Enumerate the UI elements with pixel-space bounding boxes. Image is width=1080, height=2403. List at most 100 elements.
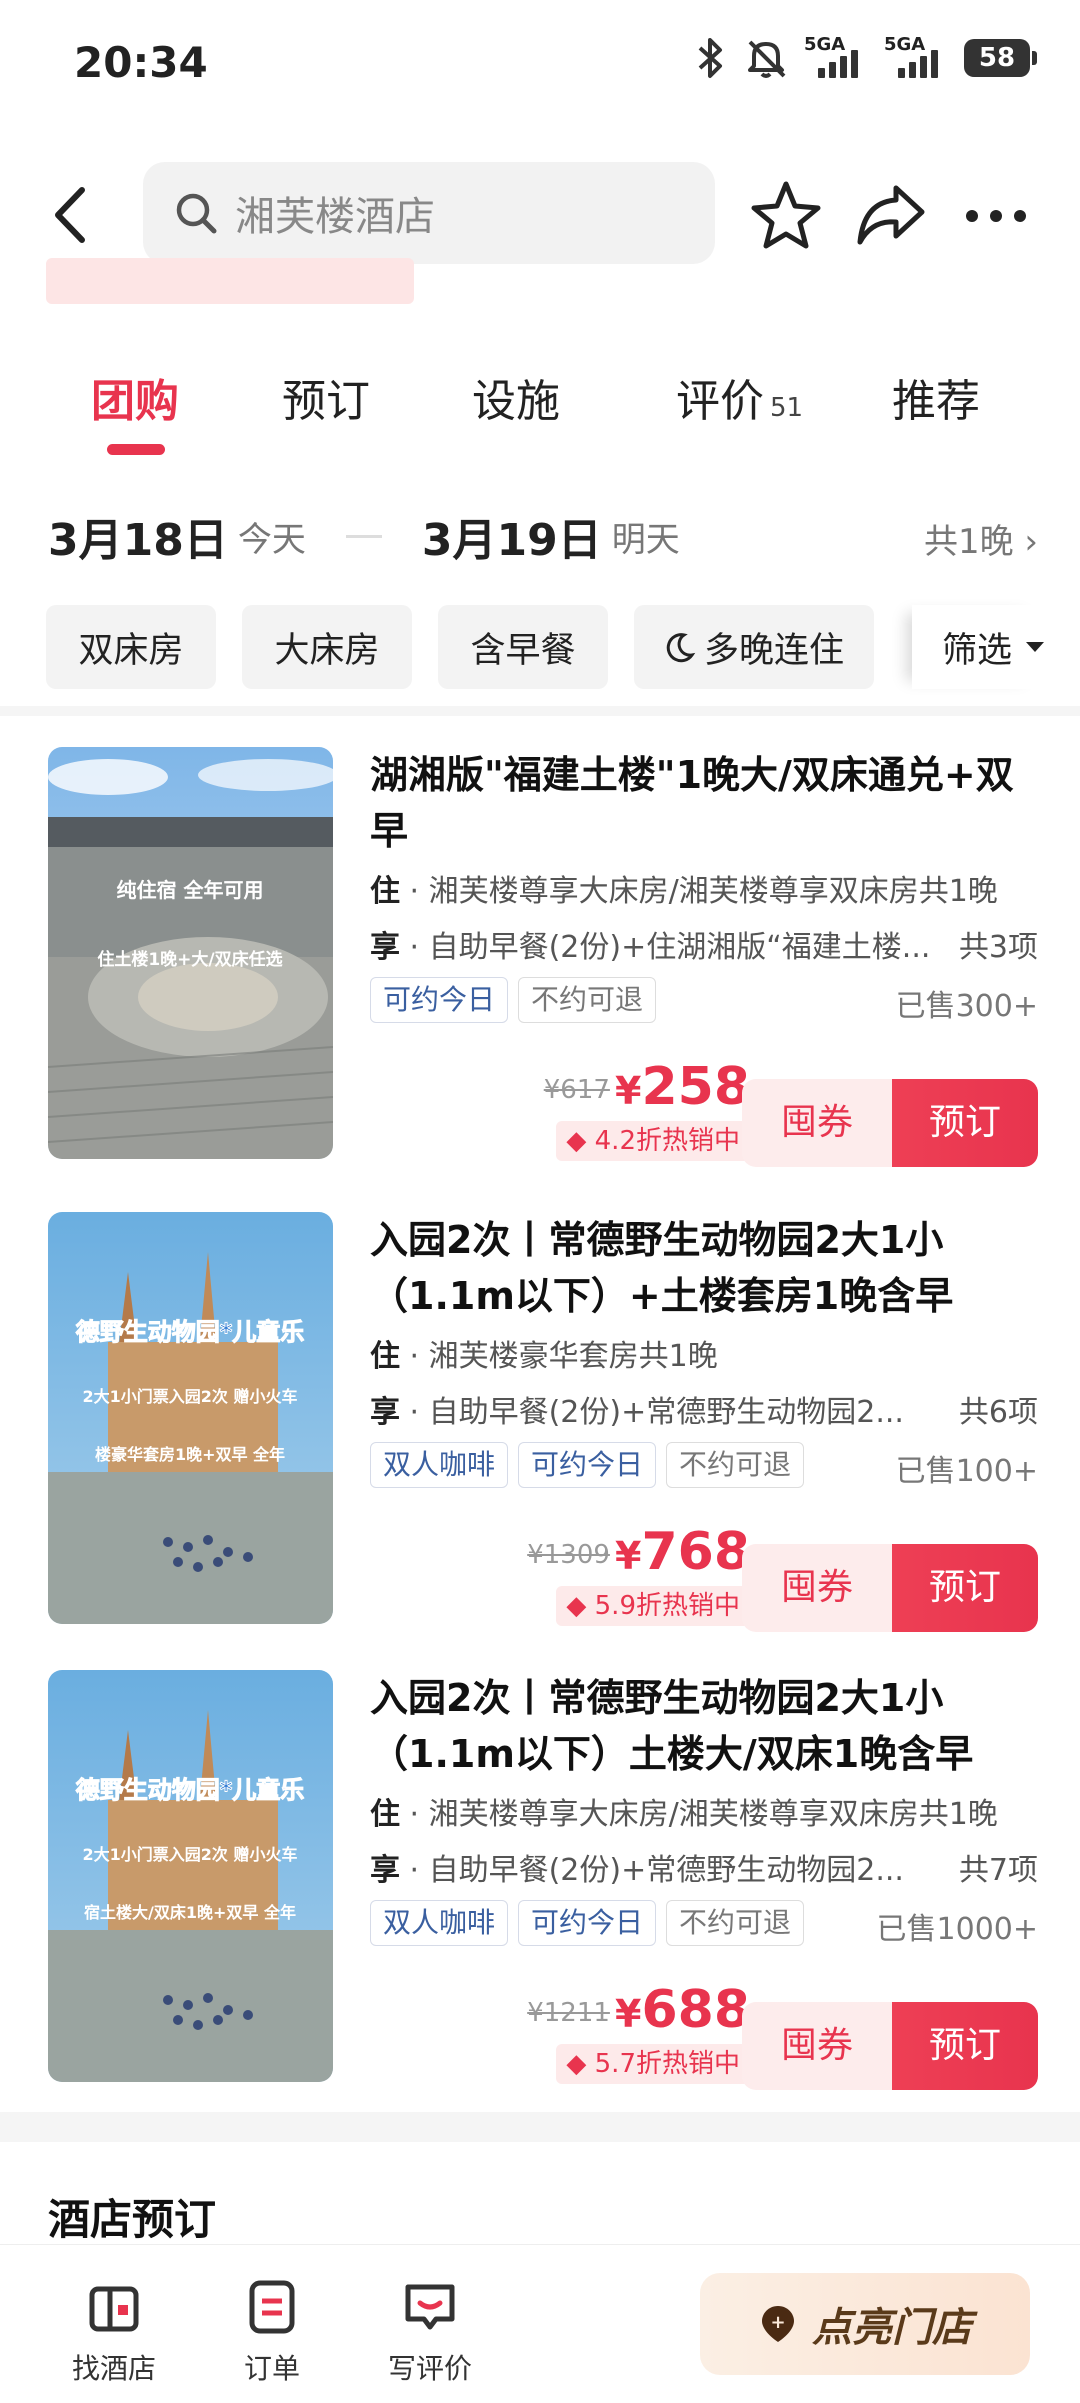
checkout-date: 3月19日 <box>421 515 602 566</box>
moon-icon <box>666 633 696 663</box>
status-bar: 20:34 5GA 5GA 58 <box>0 0 1080 125</box>
book-button[interactable]: 预订 <box>892 1544 1038 1632</box>
coupon-button[interactable]: 囤券 <box>742 1544 892 1632</box>
share-icon[interactable] <box>852 178 928 254</box>
deal-card[interactable]: 德野生动物园*儿童乐 2大1小门票入园2次 赠小火车 楼豪华套房1晚+双早 全年… <box>48 1212 1038 1632</box>
deal-title[interactable]: 入园2次丨常德野生动物园2大1小（1.1m以下）+土楼套房1晚含早+含… <box>370 1212 1038 1324</box>
search-input[interactable]: 湘芙楼酒店 <box>235 184 435 242</box>
back-icon[interactable] <box>44 180 104 250</box>
star-icon[interactable] <box>748 178 824 254</box>
deal-buttons: 囤券 预订 <box>742 1079 1038 1167</box>
scrolled-promo-peek <box>46 258 1046 306</box>
mute-icon <box>748 40 786 78</box>
original-price: ¥1309 <box>527 1540 610 1570</box>
hotel-icon <box>89 2286 139 2332</box>
thumb-text-1: 德野生动物园*儿童乐 <box>76 1776 305 1804</box>
deal-title[interactable]: 湖湘版"福建土楼"1晚大/双床通兑+双早 <box>370 747 1038 859</box>
thumb-text-2: 住土楼1晚+大/双床任选 <box>97 949 282 970</box>
filter-chip-breakfast[interactable]: 含早餐 <box>438 605 608 689</box>
tab-indicator <box>107 444 165 455</box>
tab-reviews[interactable]: 评价 51 <box>676 365 803 429</box>
perk-count: 共3项 <box>948 925 1038 971</box>
filter-button[interactable]: 筛选 <box>911 605 1046 689</box>
order-icon <box>249 2280 295 2334</box>
thumb-text-2: 2大1小门票入园2次 赠小火车 <box>83 1387 298 1406</box>
date-separator <box>345 534 382 538</box>
thumb-text-2: 2大1小门票入园2次 赠小火车 <box>83 1845 298 1864</box>
more-icon[interactable] <box>958 178 1034 254</box>
deal-stay: 住 · 湘芙楼尊享大床房/湘芙楼尊享双床房共1晚 <box>370 1797 998 1832</box>
tab-facilities[interactable]: 设施 <box>472 365 560 429</box>
status-icons: 5GA 5GA 58 <box>694 34 1037 82</box>
deal-card[interactable]: 纯住宿 全年可用 住土楼1晚+大/双床任选 湖湘版"福建土楼"1晚大/双床通兑+… <box>48 747 1038 1167</box>
hotel-booking-title: 酒店预订 <box>48 2195 217 2244</box>
deal-price: 768 <box>641 1522 750 1582</box>
deal-card[interactable]: 德野生动物园*儿童乐 2大1小门票入园2次 赠小火车 宿土楼大/双床1晚+双早 … <box>48 1670 1038 2090</box>
review-icon <box>405 2284 455 2330</box>
search-bar[interactable]: 湘芙楼酒店 <box>143 162 715 264</box>
discount-badge: ◆ 4.2折热销中 <box>556 1121 750 1161</box>
battery-icon: 58 <box>964 39 1037 77</box>
tab-booking[interactable]: 预订 <box>282 365 370 429</box>
sold-count: 已售1000+ <box>876 1912 1038 1947</box>
deal-price: 688 <box>641 1980 750 2040</box>
tab-group-buy[interactable]: 团购 <box>91 365 179 429</box>
deal-perks: 享 · 自助早餐(2份)+常德野生动物园2... 共7项 <box>370 1848 1038 1894</box>
checkin-sub: 今天 <box>237 519 306 560</box>
price-block: ¥1211 ¥688 ◆ 5.7折热销中 <box>520 1980 750 2084</box>
tag-refundable: 不约可退 <box>518 977 657 1023</box>
tag-refundable: 不约可退 <box>666 1442 805 1488</box>
deal-buttons: 囤券 预订 <box>742 1544 1038 1632</box>
section-divider <box>0 706 1080 716</box>
nav-orders[interactable]: 订单 <box>212 2275 332 2387</box>
thumb-text-3: 宿土楼大/双床1晚+双早 全年 <box>84 1903 296 1922</box>
price-block: ¥1309 ¥768 ◆ 5.9折热销中 <box>520 1522 750 1626</box>
book-button[interactable]: 预订 <box>892 2002 1038 2090</box>
filter-chip-king[interactable]: 大床房 <box>242 605 412 689</box>
date-selector[interactable]: 3月18日 今天 3月19日 明天 共1晚 › <box>48 506 1038 566</box>
deal-stay: 住 · 湘芙楼豪华套房共1晚 <box>370 1339 718 1374</box>
thumb-text-1: 德野生动物园*儿童乐 <box>76 1318 305 1346</box>
checkout-sub: 明天 <box>611 519 680 560</box>
checkin-date: 3月18日 <box>48 515 228 566</box>
tag-book-today: 可约今日 <box>370 977 509 1023</box>
book-button[interactable]: 预订 <box>892 1079 1038 1167</box>
section-gap <box>0 2112 1080 2142</box>
perk-count: 共7项 <box>948 1848 1038 1894</box>
coupon-button[interactable]: 囤券 <box>742 2002 892 2090</box>
price-block: ¥617 ¥258 ◆ 4.2折热销中 <box>520 1057 750 1161</box>
location-icon: + <box>762 2306 794 2342</box>
tag-book-today: 可约今日 <box>518 1900 657 1946</box>
deal-thumbnail: 德野生动物园*儿童乐 2大1小门票入园2次 赠小火车 宿土楼大/双床1晚+双早 … <box>48 1670 333 2082</box>
deal-price: 258 <box>641 1057 750 1117</box>
perk-count: 共6项 <box>948 1390 1038 1436</box>
tab-bar: 团购 预订 设施 评价 51 推荐 <box>0 335 1080 465</box>
deal-perks: 享 · 自助早餐(2份)+常德野生动物园2... 共6项 <box>370 1390 1038 1436</box>
signal-2-icon: 5GA <box>884 34 948 82</box>
thumb-text-1: 纯住宿 全年可用 <box>117 878 264 902</box>
deal-tags: 可约今日 不约可退 已售300+ <box>370 977 1038 1025</box>
tab-recommend[interactable]: 推荐 <box>892 365 980 429</box>
deal-thumbnail: 纯住宿 全年可用 住土楼1晚+大/双床任选 <box>48 747 333 1159</box>
nights-count[interactable]: 共1晚 › <box>924 514 1038 563</box>
tag-refundable: 不约可退 <box>666 1900 805 1946</box>
nav-find-hotel[interactable]: 找酒店 <box>54 2275 174 2387</box>
deal-title[interactable]: 入园2次丨常德野生动物园2大1小（1.1m以下）土楼大/双床1晚含早+小… <box>370 1670 1038 1782</box>
status-time: 20:34 <box>74 38 208 87</box>
deal-tags: 双人咖啡 可约今日 不约可退 已售100+ <box>370 1442 1038 1490</box>
tag-book-today: 可约今日 <box>518 1442 657 1488</box>
filter-bar: 双床房 大床房 含早餐 多晚连住 筛选 <box>46 605 1046 689</box>
deal-buttons: 囤券 预订 <box>742 2002 1038 2090</box>
discount-badge: ◆ 5.9折热销中 <box>556 1586 750 1626</box>
filter-chip-multi-night[interactable]: 多晚连住 <box>634 605 874 689</box>
deal-thumbnail: 德野生动物园*儿童乐 2大1小门票入园2次 赠小火车 楼豪华套房1晚+双早 全年 <box>48 1212 333 1624</box>
bluetooth-icon <box>698 38 722 78</box>
original-price: ¥1211 <box>527 1998 610 2028</box>
light-up-store-button[interactable]: + 点亮门店 <box>700 2273 1030 2375</box>
filter-chip-twin[interactable]: 双床房 <box>46 605 216 689</box>
deal-tags: 双人咖啡 可约今日 不约可退 已售1000+ <box>370 1900 1038 1948</box>
tag-coffee: 双人咖啡 <box>370 1442 509 1488</box>
nav-write-review[interactable]: 写评价 <box>370 2275 490 2387</box>
review-count: 51 <box>770 393 804 423</box>
coupon-button[interactable]: 囤券 <box>742 1079 892 1167</box>
